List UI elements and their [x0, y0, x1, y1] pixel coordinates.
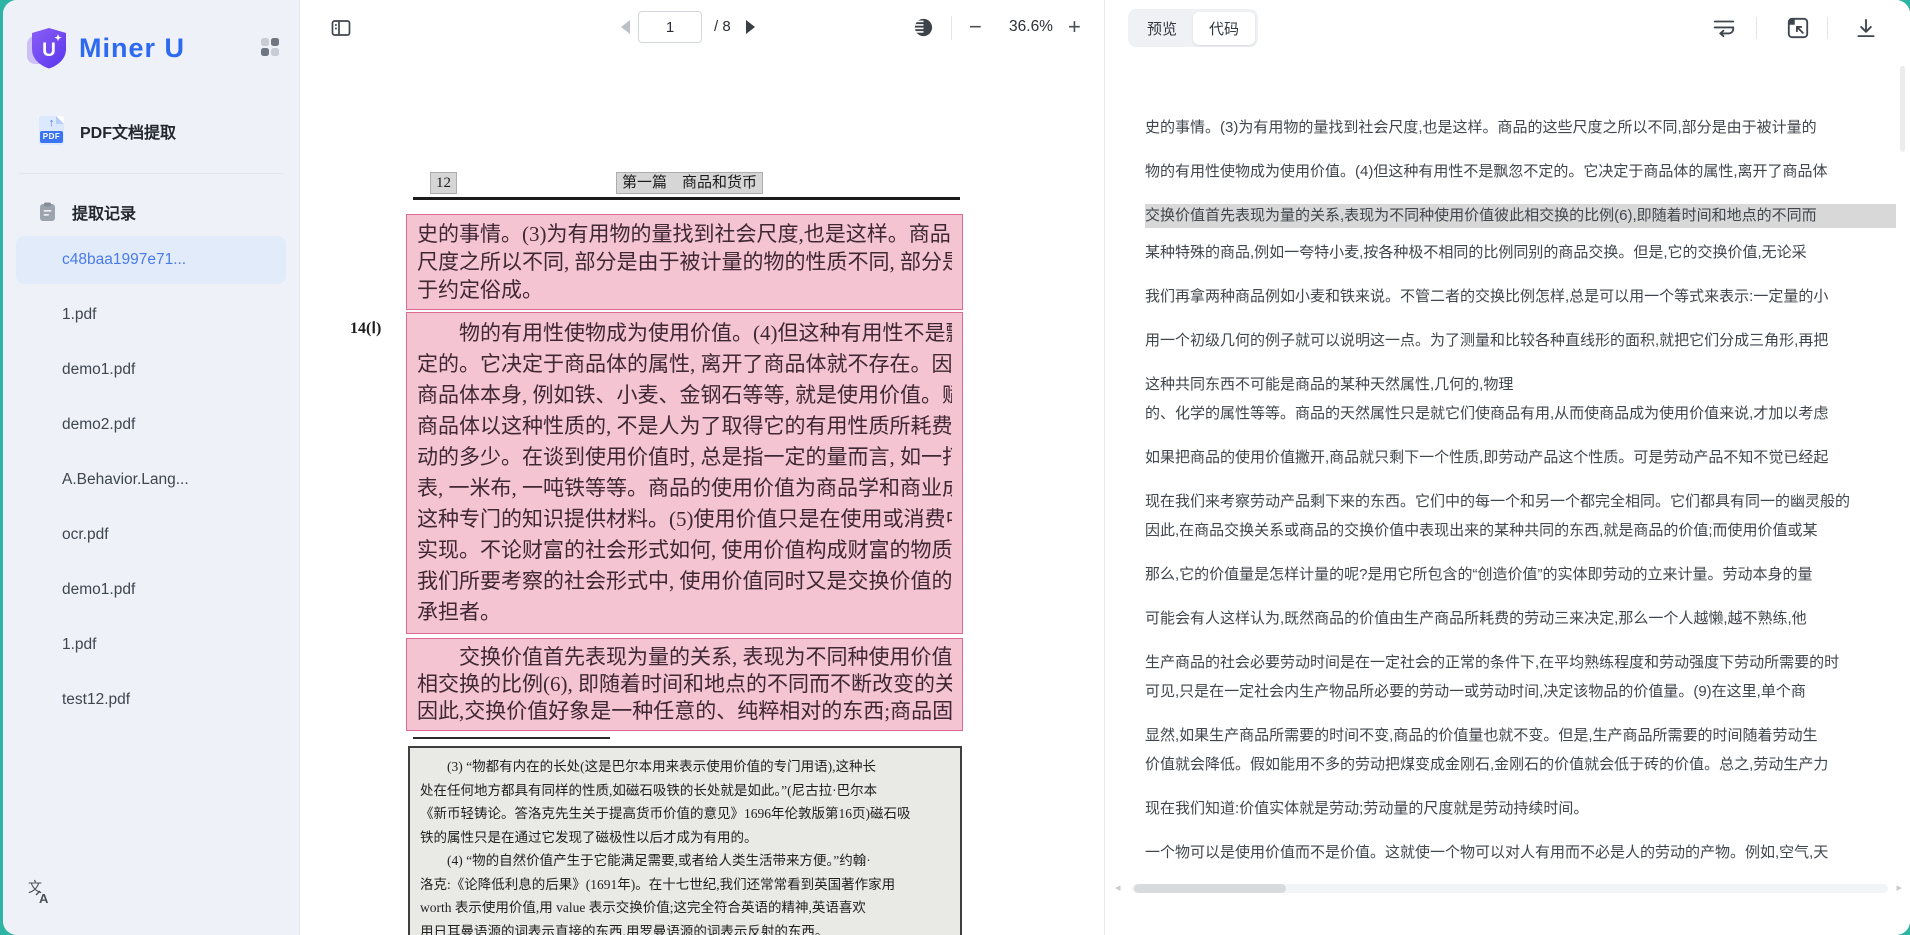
panel-toggle-icon[interactable] [330, 17, 352, 39]
text-detection-block[interactable]: 交换价值首先表现为量的关系, 表现为不同种使用价值彼此 相交换的比例(6), 即… [406, 638, 963, 731]
contrast-icon[interactable] [914, 18, 933, 37]
scan-text-line: 于约定俗成。 [417, 276, 952, 304]
records-title: 提取记录 [72, 200, 136, 224]
pdf-viewer-panel: / 8 − 36.6% + 12 [300, 0, 1105, 935]
logo-row: U Miner U [3, 0, 299, 76]
page-total-label: / 8 [714, 18, 731, 35]
extracted-line: 生产商品的社会必要劳动时间是在一定社会的正常的条件下,在平均熟练程度和劳动强度下… [1145, 651, 1896, 675]
extracted-line: 物的有用性使物成为使用价值。(4)但这种有用性不是飘忽不定的。它决定于商品体的属… [1145, 160, 1896, 184]
scan-text-line: 因此,交换价值好象是一种任意的、纯粹相对的东西;商品固有的、 [417, 698, 952, 725]
zoom-in-button[interactable]: + [1068, 14, 1081, 40]
file-item[interactable]: demo1.pdf [16, 346, 286, 394]
scan-text-line: 表, 一米布, 一吨铁等等。商品的使用价值为商品学和商业成规 [417, 473, 952, 504]
extracted-line: 某种特殊的商品,例如一夸特小麦,按各种极不相同的比例同别的商品交换。但是,它的交… [1145, 241, 1896, 265]
extracted-line: 价值就会降低。假如能用不多的劳动把煤变成金刚石,金刚石的价值就会低于砖的价值。总… [1145, 753, 1896, 777]
extracted-line: 史的事情。(3)为有用物的量找到社会尺度,也是这样。商品的这些尺度之所以不同,部… [1145, 116, 1896, 140]
margin-note: 14(Ⅰ) [350, 318, 381, 338]
zoom-level-label: 36.6% [996, 18, 1066, 36]
extracted-line: 如果把商品的使用价值撇开,商品就只剩下一个性质,即劳动产品这个性质。可是劳动产品… [1145, 446, 1896, 470]
clipboard-icon [39, 202, 56, 222]
toolbar-divider [951, 16, 952, 40]
footnote-separator-rule [413, 737, 610, 739]
pdf-page-canvas: 12 第一篇 商品和货币 14(Ⅰ) 史的事情。(3)为有用物的量找到社会尺度,… [300, 56, 1104, 935]
records-header: 提取记录 [39, 200, 299, 224]
translate-icon[interactable]: 文 A [25, 877, 53, 905]
horizontal-scrollbar-thumb[interactable] [1134, 884, 1286, 893]
extracted-line-highlighted[interactable]: 交换价值首先表现为量的关系,表现为不同种使用价值彼此相交换的比例(6),即随着时… [1145, 204, 1896, 228]
file-item[interactable]: 1.pdf [16, 291, 286, 339]
scan-text-line: 动的多少。在谈到使用价值时, 总是指一定的量而言, 如一打 [417, 442, 952, 473]
file-item[interactable]: c48baa1997e71... [16, 236, 286, 284]
hscroll-right-arrow[interactable]: ▸ [1896, 881, 1902, 894]
scan-text-line: 相交换的比例(6), 即随着时间和地点的不同而不断改变的关系。 [417, 671, 952, 698]
extracted-text-content: 史的事情。(3)为有用物的量找到社会尺度,也是这样。商品的这些尺度之所以不同,部… [1145, 0, 1896, 911]
svg-text:A: A [39, 891, 49, 905]
sidebar: U Miner U ↑PDF PDF文档提取 [3, 0, 300, 935]
extracted-line: 因此,在商品交换关系或商品的交换价值中表现出来的某种共同的东西,就是商品的价值;… [1145, 519, 1896, 543]
next-page-icon[interactable] [746, 20, 755, 34]
horizontal-scrollbar[interactable] [1132, 884, 1888, 893]
extracted-line: 那么,它的价值量是怎样计量的呢?是用它所包含的“创造价值”的实体即劳动的立来计量… [1145, 563, 1896, 587]
extracted-line: 现在我们知道:价值实体就是劳动;劳动量的尺度就是劳动持续时间。 [1145, 797, 1896, 821]
file-item[interactable]: ocr.pdf [16, 511, 286, 559]
scan-text-line: 这种专门的知识提供材料。(5)使用价值只是在使用或消费中得到 [417, 504, 952, 535]
text-detection-block[interactable]: 史的事情。(3)为有用物的量找到社会尺度,也是这样。商品的 这些 尺度之所以不同… [406, 214, 963, 310]
scan-footnote-line: 《新币轻铸论。答洛克先生关于提高货币价值的意见》1696年伦敦版第16页)磁石吸 [420, 802, 950, 826]
scan-footnote-line: 铁的属性只是在通过它发现了磁极性以后才成为有用的。 [420, 826, 950, 850]
extracted-line: 一个物可以是使用价值而不是价值。这就使一个物可以对人有用而不必是人的劳动的产物。… [1145, 841, 1896, 865]
file-item[interactable]: demo1.pdf [16, 566, 286, 614]
viewer-toolbar: / 8 − 36.6% + [300, 0, 1104, 56]
scan-text-line: 定的。它决定于商品体的属性, 离开了商品体就不存在。因此, [417, 349, 952, 380]
scan-text-line: 尺度之所以不同, 部分是由于被计量的物的性质不同, 部分是由 [417, 248, 952, 276]
scan-text-line: 我们所要考察的社会形式中, 使用价值同时又是交换价值的物质 [417, 566, 952, 597]
sidebar-item-pdf-extract[interactable]: ↑PDF PDF文档提取 [15, 106, 287, 155]
file-item[interactable]: test12.pdf [16, 676, 286, 724]
mineru-logo-icon: U [25, 25, 71, 71]
extracted-line: 显然,如果生产商品所需要的时间不变,商品的价值量也就不变。但是,生产商品所需要的… [1145, 724, 1896, 748]
scan-footnote-line: worth 表示使用价值,用 value 表示交换价值;这完全符合英语的精神,英… [420, 896, 950, 920]
svg-text:U: U [42, 40, 56, 61]
brand-title: Miner U [79, 33, 185, 64]
extracted-line: 我们再拿两种商品例如小麦和铁来说。不管二者的交换比例怎样,总是可以用一个等式来表… [1145, 285, 1896, 309]
scan-footnote-line: 用日耳曼语源的词表示直接的东西,用罗曼语源的词表示反射的东西。 [420, 920, 950, 935]
file-item[interactable]: demo2.pdf [16, 401, 286, 449]
footnote-detection-block[interactable]: (3) “物都有内在的长处(这是巴尔本用来表示使用价值的专门用语),这种长 处在… [408, 746, 962, 935]
scan-footnote-line: 处在任何地方都具有同样的性质,如磁石吸铁的长处就是如此。”(尼古拉·巴尔本 [420, 779, 950, 803]
scan-text-line: 承担者。 [417, 597, 952, 628]
apps-grid-icon[interactable] [261, 38, 279, 56]
page-header-rule [413, 197, 960, 200]
scan-text-line: 商品体以这种性质的, 不是人为了取得它的有用性质所耗费的劳 [417, 411, 952, 442]
extracted-line: 用一个初级几何的例子就可以说明这一点。为了测量和比较各种直线形的面积,就把它们分… [1145, 329, 1896, 353]
extraction-preview-panel: 预览 代码 [1105, 0, 1910, 935]
text-detection-block[interactable]: 物的有用性使物成为使用价值。(4)但这种有用性不是飘忽不 定的。它决定于商品体的… [406, 312, 963, 634]
app-window: U Miner U ↑PDF PDF文档提取 [3, 0, 1910, 935]
pdf-upload-icon: ↑PDF [39, 116, 64, 145]
extracted-line: 可能会有人这样认为,既然商品的价值由生产商品所耗费的劳动三来决定,那么一个人越懒… [1145, 607, 1896, 631]
pdf-extract-label: PDF文档提取 [80, 119, 176, 143]
scan-text-line: 商品体本身, 例如铁、小麦、金钢石等等, 就是使用价值。赋予 [417, 380, 952, 411]
scan-footnote-line: 洛克:《论降低利息的后果》(1691年)。在十七世纪,我们还常常看到英国著作家用 [420, 873, 950, 897]
extracted-line: 这种共同东西不可能是商品的某种天然属性,几何的,物理 [1145, 373, 1896, 397]
file-item[interactable]: 1.pdf [16, 621, 286, 669]
scan-text-line: 物的有用性使物成为使用价值。(4)但这种有用性不是飘忽不 [417, 318, 952, 349]
page-number-input[interactable] [638, 11, 702, 43]
vertical-scrollbar-thumb[interactable] [1900, 66, 1905, 152]
scan-text-line: 交换价值首先表现为量的关系, 表现为不同种使用价值彼此 [417, 644, 952, 671]
zoom-out-button[interactable]: − [969, 14, 982, 40]
running-header-detection-box[interactable]: 第一篇 商品和货币 [616, 172, 763, 194]
page-number-detection-box[interactable]: 12 [430, 172, 457, 194]
extracted-line: 现在我们来考察劳动产品剩下来的东西。它们中的每一个和另一个都完全相同。它们都具有… [1145, 490, 1896, 514]
extraction-file-list: c48baa1997e71... 1.pdf demo1.pdf demo2.p… [16, 236, 286, 724]
scan-footnote-line: (3) “物都有内在的长处(这是巴尔本用来表示使用价值的专门用语),这种长 [420, 755, 950, 779]
hscroll-left-arrow[interactable]: ◂ [1115, 881, 1121, 894]
extracted-line: 可见,只是在一定社会内生产物品所必要的劳动一或劳动时间,决定该物品的价值量。(9… [1145, 680, 1896, 704]
sidebar-divider [19, 173, 283, 174]
extracted-line: 的、化学的属性等等。商品的天然属性只是就它们使商品有用,从而使商品成为使用价值来… [1145, 402, 1896, 426]
scan-text-line: 史的事情。(3)为有用物的量找到社会尺度,也是这样。商品的 这些 [417, 220, 952, 248]
scan-footnote-line: (4) “物的自然价值产生于它能满足需要,或者给人类生活带来方便。”约翰· [420, 849, 950, 873]
prev-page-icon[interactable] [621, 20, 630, 34]
file-item[interactable]: A.Behavior.Lang... [16, 456, 286, 504]
scan-text-line: 实现。不论财富的社会形式如何, 使用价值构成财富的物质。在 [417, 535, 952, 566]
